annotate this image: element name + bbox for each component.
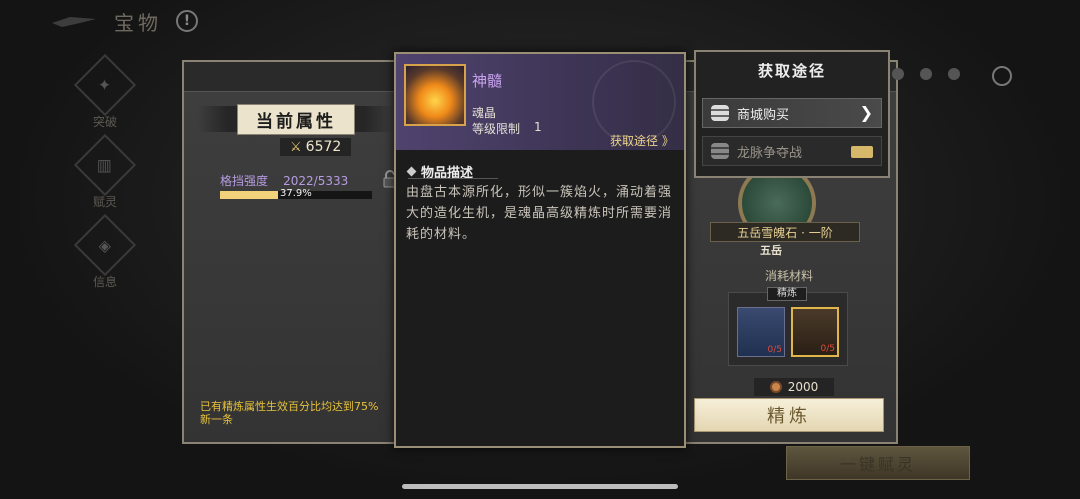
item-tooltip: 神髓 魂晶 等级限制 1 获取途径 》 物品描述 由盘古本源所化，形似一簇焰火，… xyxy=(394,52,686,448)
item-level-value: 1 xyxy=(534,120,542,134)
page-title: 宝物 xyxy=(114,10,162,35)
nav-item-info[interactable]: ◈ 信息 xyxy=(70,213,140,292)
top-bar: 宝物 ! xyxy=(50,4,198,38)
crossed-swords-icon: ⚔ xyxy=(290,139,302,155)
materials-title: 消耗材料 xyxy=(764,269,813,283)
refine-note: 已有精炼属性生效百分比均达到75% 新一条 xyxy=(200,400,400,426)
materials-box: 精炼 0/5 0/5 xyxy=(728,287,848,366)
help-icon[interactable]: ! xyxy=(176,10,198,32)
gem-subtitle: 五岳 xyxy=(760,244,782,257)
refine-note-line1: 已有精炼属性生效百分比均达到75% xyxy=(200,400,379,413)
acquire-panel: 获取途径 商城购买 ❯ 龙脉争夺战 xyxy=(694,50,890,178)
acquire-item-shop[interactable]: 商城购买 ❯ xyxy=(702,98,882,128)
cost-value: 2000 xyxy=(787,380,819,394)
stat-progress-bar: 37.9% xyxy=(220,188,372,199)
acquire-item-label: 龙脉争夺战 xyxy=(737,145,803,161)
item-type: 魂晶 xyxy=(472,106,497,120)
gem-name-plate: 五岳雪魄石 · 一阶 xyxy=(710,222,860,242)
stat-row: 格挡强度 2022/5333 37.9% xyxy=(220,170,372,199)
nav-item-infuse[interactable]: ▥ 赋灵 xyxy=(70,133,140,212)
stat-percent: 37.9% xyxy=(280,188,312,199)
get-source-link[interactable]: 获取途径 》 xyxy=(610,132,674,149)
home-indicator[interactable] xyxy=(402,484,678,489)
flame-crystal-icon xyxy=(404,64,466,126)
search-icon[interactable] xyxy=(992,66,1012,86)
acquire-item-dragon-vein[interactable]: 龙脉争夺战 xyxy=(702,136,882,166)
material-slot-blue-flame[interactable]: 0/5 xyxy=(737,307,785,357)
combat-power-value: 6572 xyxy=(305,139,342,155)
stat-name: 格挡强度 xyxy=(220,174,269,188)
item-name: 神髓 xyxy=(472,72,503,90)
acquire-item-label: 商城购买 xyxy=(737,107,790,123)
coin-stack-icon xyxy=(711,105,729,121)
diamond-bullet-icon xyxy=(406,166,417,177)
nav-item-breakthrough[interactable]: ✦ 突破 xyxy=(70,53,140,132)
locked-flag-icon xyxy=(851,146,873,158)
item-description: 由盘古本源所化，形似一簇焰火，涌动着强大的造化生机，是魂晶高级精炼时所需要消耗的… xyxy=(406,185,673,242)
chevron-right-icon: ❯ xyxy=(859,103,873,122)
divider xyxy=(408,178,498,179)
gem-name: 五岳雪魄石 · 一阶 xyxy=(737,225,833,240)
material-slot-fire-crystal[interactable]: 0/5 xyxy=(791,307,839,357)
coin-stack-icon xyxy=(711,143,729,159)
filter-icon[interactable] xyxy=(892,68,904,80)
refine-cost: 2000 xyxy=(754,378,834,396)
acquire-title: 获取途径 xyxy=(757,62,826,80)
side-nav: ✦ 突破 ▥ 赋灵 ◈ 信息 xyxy=(70,53,140,300)
item-tooltip-header: 神髓 魂晶 等级限制 1 获取途径 》 xyxy=(396,54,684,150)
materials-tag: 精炼 xyxy=(767,287,807,301)
breakthrough-icon: ✦ xyxy=(73,53,137,116)
material-count: 0/5 xyxy=(767,345,782,355)
coin-icon xyxy=(769,381,782,393)
combat-power: ⚔ 6572 xyxy=(280,138,352,156)
item-level-label: 等级限制 xyxy=(472,122,521,136)
one-key-infuse-button[interactable]: 一键赋灵 xyxy=(786,446,970,480)
material-count: 0/5 xyxy=(820,344,835,354)
attributes-header: 当前属性 xyxy=(198,103,394,135)
filter-icons xyxy=(892,68,960,80)
infuse-icon: ▥ xyxy=(73,133,137,196)
brush-logo-icon xyxy=(52,17,96,27)
refine-button[interactable]: 精炼 xyxy=(694,398,884,432)
filter-icon[interactable] xyxy=(920,68,932,80)
refine-note-line2: 新一条 xyxy=(200,413,233,426)
stat-value: 2022/5333 xyxy=(283,174,349,188)
filter-icon[interactable] xyxy=(948,68,960,80)
stat-progress-fill xyxy=(220,191,278,199)
info-icon: ◈ xyxy=(73,213,137,276)
attributes-header-label: 当前属性 xyxy=(237,103,355,135)
